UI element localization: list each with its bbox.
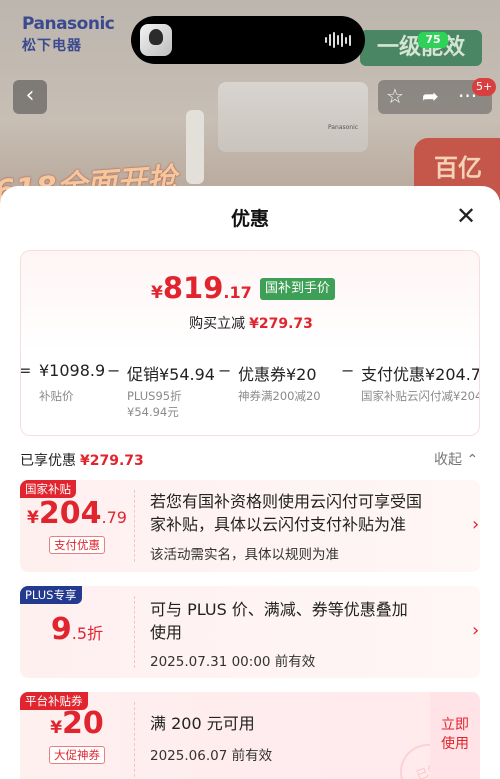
enjoyed-discount: 已享优惠 ¥279.73 (20, 450, 144, 470)
final-price-decimal: .17 (223, 283, 252, 302)
card-amount-integer: 204 (38, 496, 102, 531)
remote-image (186, 110, 204, 184)
chevron-right-icon[interactable]: › (472, 514, 479, 535)
discount-card-plus[interactable]: PLUS专享 9.5折 可与 PLUS 价、满减、券等优惠叠加 使用 2025.… (20, 586, 480, 678)
product-page-background: Panasonic 松下电器 一级能效 75 ‹ Panasonic ☆ ➦ ·… (0, 0, 500, 200)
card-divider (134, 596, 135, 668)
card-amount: ¥204.79 (20, 496, 134, 531)
enjoyed-discount-amount: ¥279.73 (80, 453, 144, 469)
formula-operator: − (107, 361, 121, 380)
brand-name-en: Panasonic (22, 14, 115, 34)
chevron-right-icon[interactable]: › (472, 620, 479, 641)
formula-subsidy-price: ¥1098.9 (39, 361, 106, 380)
dynamic-island[interactable] (131, 16, 365, 64)
brand-logo: Panasonic 松下电器 (22, 14, 115, 55)
formula-promotion-label: PLUS95折 (127, 389, 182, 403)
card-note: 该活动需实名，具体以规则为准 (150, 547, 339, 563)
card-ribbon: PLUS专享 (20, 586, 82, 604)
formula-operator: − (218, 361, 232, 380)
card-amount-decimal: .5折 (71, 624, 104, 643)
battery-indicator: 75 (418, 32, 448, 48)
card-description: 满 200 元可用 (150, 712, 255, 735)
instant-discount: 购买立减 ¥279.73 (21, 313, 479, 333)
card-amount: 9.5折 (20, 612, 134, 647)
card-amount-integer: 20 (62, 706, 104, 741)
final-price-currency: ¥ (151, 283, 163, 303)
formula-payment-label: 国家补贴云闪付减¥204 (361, 389, 480, 403)
card-amount: ¥20 (20, 706, 134, 741)
sheet-title: 优惠 (230, 208, 269, 230)
card-divider (134, 702, 135, 779)
brand-name-cn: 松下电器 (22, 38, 82, 54)
card-amount-integer: 9 (50, 612, 72, 647)
use-now-label: 使用 (441, 736, 469, 752)
use-now-button[interactable]: 立即 使用 (430, 692, 480, 779)
enjoyed-discount-label: 已享优惠 (20, 453, 76, 469)
audio-wave-icon (325, 32, 351, 48)
price-formula: = ¥1098.9 补贴价 − 促销¥54.94 PLUS95折 ¥54.94元… (21, 361, 480, 421)
final-price: ¥819.17 (151, 271, 252, 305)
use-now-label: 立即 (441, 717, 469, 733)
final-price-tag: 国补到手价 (260, 278, 336, 300)
card-amount-currency: ¥ (27, 508, 39, 528)
product-image: Panasonic (218, 82, 368, 152)
card-divider (134, 490, 135, 562)
card-note: 2025.06.07 前有效 (150, 748, 273, 764)
card-description-line: 使用 (150, 623, 183, 642)
card-description-line: 家补贴，具体以云闪付支付补贴为准 (150, 515, 407, 534)
instant-discount-label: 购买立减 (189, 316, 246, 332)
price-summary: ¥819.17 国补到手价 购买立减¥279.73 = ¥1098.9 补贴价 … (20, 250, 480, 436)
formula-operator: = (21, 361, 31, 380)
formula-coupon-label: 神券满200减20 (238, 389, 321, 403)
formula-operator: − (341, 361, 355, 380)
final-price-integer: 819 (162, 271, 224, 305)
instant-discount-amount: ¥279.73 (249, 316, 313, 332)
discount-sheet: 优惠 ✕ ¥819.17 国补到手价 购买立减¥279.73 = ¥1098.9… (0, 186, 500, 779)
back-button[interactable]: ‹ (13, 80, 47, 114)
card-description-line: 若您有国补资格则使用云闪付可享受国 (150, 492, 423, 511)
formula-promotion: 促销¥54.94 (127, 365, 215, 384)
formula-coupon: 优惠券¥20 (238, 365, 317, 384)
share-icon[interactable]: ➦ (422, 84, 439, 108)
card-description: 可与 PLUS 价、满减、券等优惠叠加 使用 (150, 598, 408, 644)
card-description: 若您有国补资格则使用云闪付可享受国 家补贴，具体以云闪付支付补贴为准 (150, 490, 422, 536)
card-chip: 大促神券 (49, 746, 105, 764)
formula-subsidy-label: 补贴价 (39, 389, 74, 403)
card-chip: 支付优惠 (49, 536, 105, 554)
formula-payment: 支付优惠¥204.79 (361, 365, 480, 384)
cart-count-badge: 5+ (472, 78, 497, 96)
product-logo-text: Panasonic (328, 124, 359, 131)
formula-promotion-amount: ¥54.94元 (127, 405, 179, 419)
close-icon[interactable]: ✕ (452, 202, 480, 230)
card-amount-decimal: .79 (101, 508, 127, 527)
card-description-line: 可与 PLUS 价、满减、券等优惠叠加 (150, 600, 408, 619)
collapse-button[interactable]: 收起 ⌃ (434, 449, 478, 469)
card-description-line: 满 200 元可用 (150, 714, 255, 733)
favorite-star-icon[interactable]: ☆ (386, 84, 404, 108)
card-note: 2025.07.31 00:00 前有效 (150, 654, 316, 670)
card-amount-currency: ¥ (50, 718, 63, 738)
now-playing-avatar (140, 24, 172, 56)
discount-card-platform-coupon: 平台补贴券 ¥20 大促神券 满 200 元可用 2025.06.07 前有效 … (20, 692, 480, 779)
discount-card-national-subsidy[interactable]: 国家补贴 ¥204.79 支付优惠 若您有国补资格则使用云闪付可享受国 家补贴，… (20, 480, 480, 572)
